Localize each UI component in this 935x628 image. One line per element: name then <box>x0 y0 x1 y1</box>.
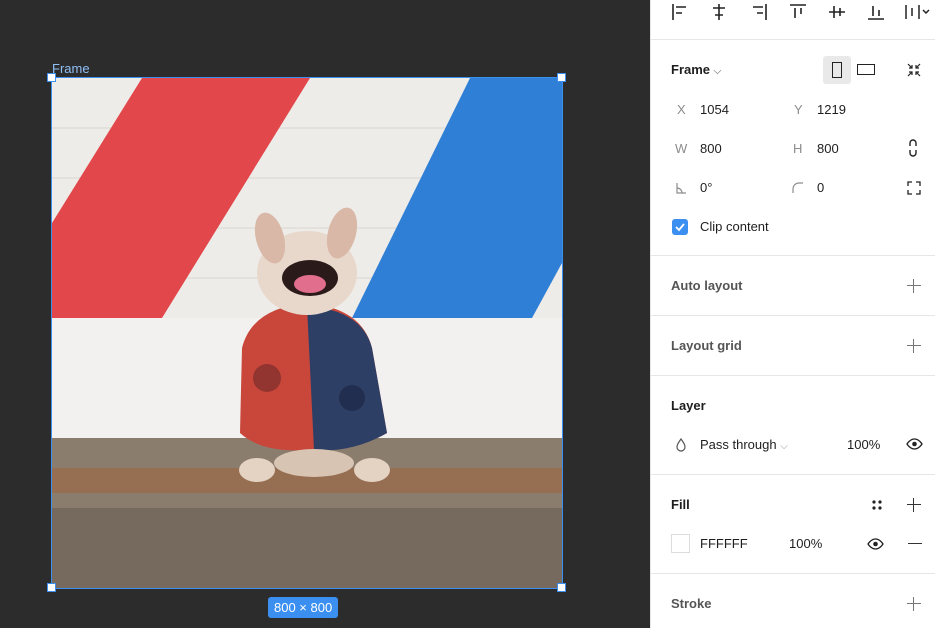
align-bottom-icon[interactable] <box>865 2 887 22</box>
add-fill-icon[interactable] <box>907 498 921 512</box>
chevron-down-icon: ⌵ <box>780 441 788 452</box>
fill-hex-input[interactable]: FFFFFF <box>700 536 748 551</box>
resize-handle-bottom-right[interactable] <box>557 583 566 592</box>
resize-to-fit-icon[interactable] <box>906 62 922 78</box>
corner-radius-icon <box>792 182 803 193</box>
blend-mode-icon <box>676 438 686 452</box>
alignment-toolbar <box>651 0 935 40</box>
landscape-orientation-button[interactable] <box>857 64 875 75</box>
remove-fill-icon[interactable] <box>908 537 922 551</box>
portrait-orientation-button[interactable] <box>823 56 851 84</box>
dog-photo <box>52 78 562 588</box>
resize-handle-bottom-left[interactable] <box>47 583 56 592</box>
align-top-icon[interactable] <box>787 2 809 22</box>
corner-radius-input[interactable]: 0 <box>817 180 824 195</box>
add-layout-grid-icon[interactable] <box>907 339 921 353</box>
eye-icon[interactable] <box>906 437 923 451</box>
frame-section-title[interactable]: Frame ⌵ <box>671 62 721 77</box>
layout-grid-section: Layout grid <box>651 316 935 376</box>
align-vertical-center-icon[interactable] <box>826 2 848 22</box>
h-label: H <box>793 141 803 156</box>
align-left-icon[interactable] <box>669 2 691 22</box>
distribute-icon[interactable] <box>903 2 931 22</box>
clip-content-checkbox[interactable] <box>672 219 688 235</box>
x-label: X <box>677 102 686 117</box>
x-input[interactable]: 1054 <box>700 102 729 117</box>
stroke-title: Stroke <box>671 596 712 611</box>
layer-opacity-input[interactable]: 100% <box>847 437 880 452</box>
fill-section: Fill FFFFFF 100% <box>651 475 935 574</box>
w-label: W <box>675 141 688 156</box>
independent-corners-icon[interactable] <box>906 180 922 196</box>
align-horizontal-center-icon[interactable] <box>708 2 730 22</box>
style-grid-icon[interactable] <box>870 498 884 512</box>
auto-layout-title: Auto layout <box>671 278 743 293</box>
size-badge: 800 × 800 <box>268 597 339 618</box>
w-input[interactable]: 800 <box>700 141 722 156</box>
checkmark-icon <box>675 223 685 232</box>
chevron-down-icon: ⌵ <box>713 66 722 77</box>
y-input[interactable]: 1219 <box>817 102 846 117</box>
fill-color-swatch[interactable] <box>671 534 690 553</box>
add-stroke-icon[interactable] <box>907 597 921 611</box>
layer-section: Layer Pass through ⌵ 100% <box>651 376 935 475</box>
canvas[interactable]: Frame 800 × 800 <box>0 0 650 628</box>
layout-grid-title: Layout grid <box>671 338 742 353</box>
fill-opacity-input[interactable]: 100% <box>789 536 822 551</box>
rotation-icon <box>676 183 686 194</box>
frame-name-label[interactable]: Frame <box>52 61 90 76</box>
frame-section: Frame ⌵ X 1054 Y 1219 W 800 H 800 0° 0 C… <box>651 40 935 256</box>
eye-icon[interactable] <box>867 537 884 551</box>
properties-panel: Frame ⌵ X 1054 Y 1219 W 800 H 800 0° 0 C… <box>650 0 935 628</box>
portrait-icon <box>832 62 842 78</box>
resize-handle-top-left[interactable] <box>47 73 56 82</box>
h-input[interactable]: 800 <box>817 141 839 156</box>
resize-handle-top-right[interactable] <box>557 73 566 82</box>
align-right-icon[interactable] <box>748 2 770 22</box>
blend-mode-select[interactable]: Pass through ⌵ <box>700 437 788 452</box>
constrain-proportions-icon[interactable] <box>907 138 919 158</box>
rotation-input[interactable]: 0° <box>700 180 712 195</box>
layer-title: Layer <box>671 398 706 413</box>
y-label: Y <box>794 102 803 117</box>
selected-frame[interactable] <box>51 77 563 589</box>
add-auto-layout-icon[interactable] <box>907 279 921 293</box>
fill-title: Fill <box>671 497 690 512</box>
clip-content-label[interactable]: Clip content <box>700 219 769 234</box>
auto-layout-section: Auto layout <box>651 256 935 316</box>
stroke-section: Stroke <box>651 574 935 628</box>
